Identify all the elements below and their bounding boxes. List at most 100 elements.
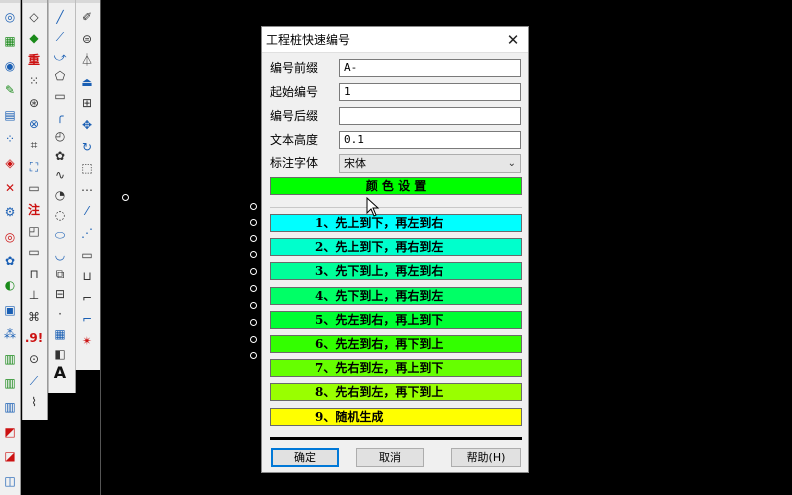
toolbar-tool-icon[interactable]: 重 xyxy=(25,51,43,69)
toolbar-tool-icon[interactable]: ▦ xyxy=(1,32,19,50)
toolbar-tool-icon[interactable]: ◈ xyxy=(1,154,19,172)
toolbar-tool-icon[interactable]: ⌇ xyxy=(25,393,43,411)
toolbar-tool-icon[interactable]: ◎ xyxy=(1,8,19,26)
toolbar-tool-icon[interactable]: ▭ xyxy=(51,87,69,105)
toolbar-tool-icon[interactable]: ⊜ xyxy=(78,30,96,48)
toolbar-tool-icon[interactable]: ✎ xyxy=(1,81,19,99)
toolbar-tool-icon[interactable]: ⧉ xyxy=(51,265,69,283)
prefix-input[interactable]: A- xyxy=(339,59,521,77)
sequence-option-6-button[interactable]: 6、先左到右，再下到上 xyxy=(270,335,522,353)
ok-button[interactable]: 确定 xyxy=(271,448,339,467)
sequence-option-9-button[interactable]: 9、随机生成 xyxy=(270,407,522,426)
pile-marker[interactable] xyxy=(122,194,129,201)
toolbar-tool-icon[interactable]: ✿ xyxy=(51,147,69,165)
toolbar-tool-icon[interactable]: ◴ xyxy=(51,127,69,145)
text-height-input[interactable]: 0.1 xyxy=(339,131,521,149)
toolbar-tool-icon[interactable]: ▭ xyxy=(25,179,43,197)
toolbar-grip[interactable] xyxy=(23,0,47,3)
toolbar-tool-icon[interactable]: ⋯ xyxy=(78,181,96,199)
sequence-option-2-button[interactable]: 2、先上到下，再右到左 xyxy=(270,238,522,257)
help-button[interactable]: 帮助(H) xyxy=(451,448,521,467)
toolbar-tool-icon[interactable]: ⊓ xyxy=(25,265,43,283)
toolbar-tool-icon[interactable]: ◰ xyxy=(25,222,43,240)
toolbar-tool-icon[interactable]: ▥ xyxy=(1,350,19,368)
toolbar-tool-icon[interactable]: ▭ xyxy=(78,246,96,264)
toolbar-tool-icon[interactable]: ▥ xyxy=(1,398,19,416)
toolbar-tool-icon[interactable]: ↻ xyxy=(78,138,96,156)
pile-marker[interactable] xyxy=(250,251,257,258)
toolbar-grip[interactable] xyxy=(0,0,20,3)
toolbar-tool-icon[interactable]: ⁙ xyxy=(25,72,43,90)
sequence-option-3-button[interactable]: 3、先下到上，再左到右 xyxy=(270,262,522,281)
toolbar-tool-icon[interactable]: ⊛ xyxy=(25,94,43,112)
toolbar-tool-icon[interactable]: A xyxy=(51,364,69,382)
toolbar-tool-icon[interactable]: ⬚ xyxy=(78,159,96,177)
pile-marker[interactable] xyxy=(250,219,257,226)
toolbar-tool-icon[interactable]: 注 xyxy=(25,201,43,219)
pile-marker[interactable] xyxy=(250,336,257,343)
toolbar-tool-icon[interactable]: ⛶ xyxy=(25,158,43,176)
toolbar-tool-icon[interactable]: ◎ xyxy=(1,228,19,246)
toolbar-tool-icon[interactable]: ▭ xyxy=(25,243,43,261)
toolbar-tool-icon[interactable]: ◩ xyxy=(1,423,19,441)
toolbar-tool-icon[interactable]: ▤ xyxy=(1,106,19,124)
toolbar-tool-icon[interactable]: ✴ xyxy=(78,332,96,350)
toolbar-tool-icon[interactable]: ⁂ xyxy=(1,325,19,343)
toolbar-tool-icon[interactable]: ⌐ xyxy=(78,289,96,307)
toolbar-tool-icon[interactable]: ◪ xyxy=(1,447,19,465)
toolbar-tool-icon[interactable]: ◐ xyxy=(1,276,19,294)
toolbar-tool-icon[interactable]: ∿ xyxy=(51,166,69,184)
toolbar-tool-icon[interactable]: ⏃ xyxy=(78,51,96,69)
toolbar-tool-icon[interactable]: ◡ xyxy=(51,246,69,264)
dialog-titlebar[interactable]: 工程桩快速编号 ✕ xyxy=(262,27,528,53)
sequence-option-7-button[interactable]: 7、先右到左，再上到下 xyxy=(270,359,522,378)
toolbar-tool-icon[interactable]: ⬠ xyxy=(51,67,69,85)
toolbar-tool-icon[interactable]: ⁘ xyxy=(1,130,19,148)
toolbar-tool-icon[interactable]: ⌘ xyxy=(25,308,43,326)
toolbar-tool-icon[interactable]: ▣ xyxy=(1,301,19,319)
toolbar-tool-icon[interactable]: ⊔ xyxy=(78,267,96,285)
pile-marker[interactable] xyxy=(250,319,257,326)
toolbar-tool-icon[interactable]: ⁄ xyxy=(78,202,96,220)
suffix-input[interactable] xyxy=(339,107,521,125)
toolbar-tool-icon[interactable]: ⋰ xyxy=(78,224,96,242)
toolbar-tool-icon[interactable]: ⟋ xyxy=(51,28,69,46)
toolbar-grip[interactable] xyxy=(76,0,100,3)
pile-marker[interactable] xyxy=(250,285,257,292)
toolbar-tool-icon[interactable]: ⚙ xyxy=(1,203,19,221)
toolbar-grip[interactable] xyxy=(49,0,75,3)
toolbar-tool-icon[interactable]: ◫ xyxy=(1,472,19,490)
pile-marker[interactable] xyxy=(250,235,257,242)
toolbar-tool-icon[interactable]: ✕ xyxy=(1,179,19,197)
toolbar-tool-icon[interactable]: ◧ xyxy=(51,345,69,363)
sequence-option-1-button[interactable]: 1、先上到下，再左到右 xyxy=(270,214,522,232)
toolbar-tool-icon[interactable]: · xyxy=(51,305,69,323)
toolbar-tool-icon[interactable]: ⤻ xyxy=(51,48,69,66)
start-number-input[interactable]: 1 xyxy=(339,83,521,101)
toolbar-tool-icon[interactable]: ◇ xyxy=(25,8,43,26)
toolbar-tool-icon[interactable]: ⬭ xyxy=(51,226,69,244)
toolbar-tool-icon[interactable]: ⊗ xyxy=(25,115,43,133)
toolbar-tool-icon[interactable]: ✿ xyxy=(1,252,19,270)
toolbar-tool-icon[interactable]: ⊙ xyxy=(25,350,43,368)
sequence-option-4-button[interactable]: 4、先下到上，再右到左 xyxy=(270,286,522,305)
toolbar-tool-icon[interactable]: ⌗ xyxy=(25,136,43,154)
close-icon[interactable]: ✕ xyxy=(504,31,522,49)
toolbar-tool-icon[interactable]: ▦ xyxy=(51,325,69,343)
toolbar-tool-icon[interactable]: ⊟ xyxy=(51,285,69,303)
toolbar-tool-icon[interactable]: ⌐ xyxy=(78,310,96,328)
toolbar-tool-icon[interactable]: ◌ xyxy=(51,206,69,224)
toolbar-tool-icon[interactable]: ◔ xyxy=(51,186,69,204)
pile-marker[interactable] xyxy=(250,268,257,275)
toolbar-tool-icon[interactable]: ╱ xyxy=(51,8,69,26)
toolbar-tool-icon[interactable]: ✥ xyxy=(78,116,96,134)
toolbar-tool-icon[interactable]: ⊥ xyxy=(25,286,43,304)
toolbar-tool-icon[interactable]: .9! xyxy=(25,329,43,347)
toolbar-tool-icon[interactable]: ✐ xyxy=(78,8,96,26)
sequence-option-8-button[interactable]: 8、先右到左，再下到上 xyxy=(270,383,522,402)
toolbar-tool-icon[interactable]: ⟋ xyxy=(25,372,43,390)
toolbar-tool-icon[interactable]: ◉ xyxy=(1,57,19,75)
pile-marker[interactable] xyxy=(250,352,257,359)
pile-marker[interactable] xyxy=(250,203,257,210)
cancel-button[interactable]: 取消 xyxy=(356,448,424,467)
